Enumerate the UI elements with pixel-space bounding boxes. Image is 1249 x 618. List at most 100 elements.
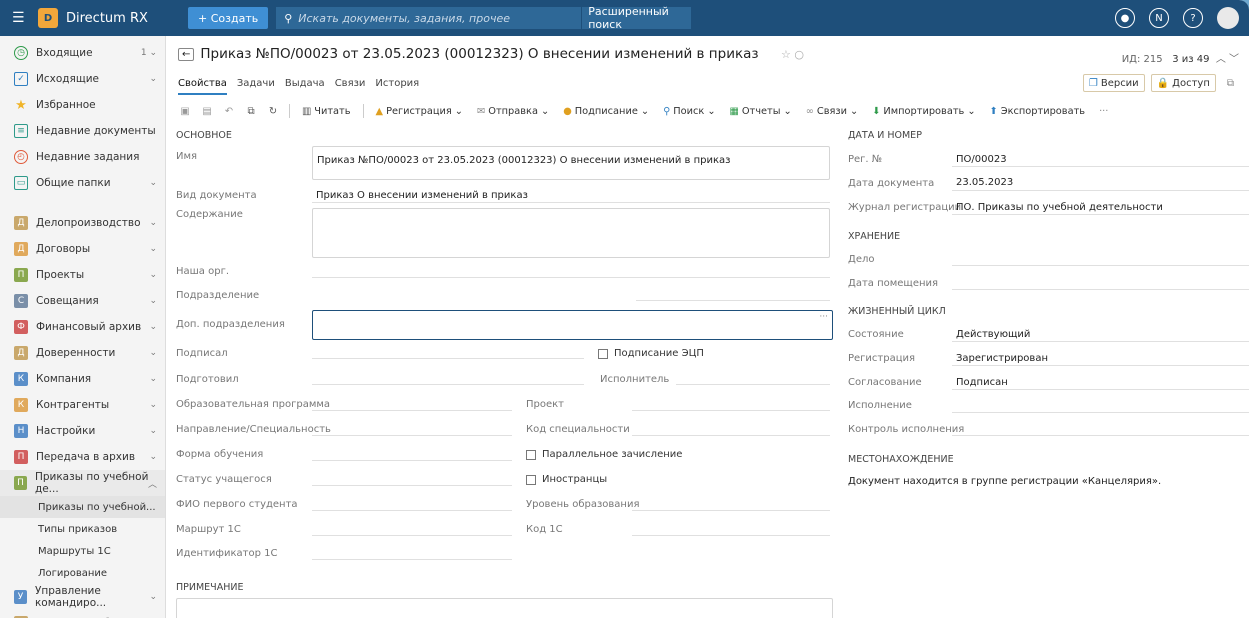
- more-icon[interactable]: ···: [819, 312, 828, 322]
- sidebar-module-modules9[interactable]: П Передача в архив ⌄: [0, 444, 165, 470]
- search-input[interactable]: ⚲ Искать документы, задания, прочее: [276, 7, 582, 29]
- execution-field[interactable]: [952, 412, 1249, 413]
- refresh-icon[interactable]: ↻: [264, 106, 282, 117]
- tab-relations[interactable]: Связи: [335, 78, 366, 95]
- journal-value[interactable]: ПО. Приказы по учебной деятельности: [956, 202, 1163, 213]
- sidebar-subitem[interactable]: Типы приказов: [0, 518, 165, 540]
- registration-state-value[interactable]: Зарегистрирован: [956, 353, 1048, 364]
- help-icon[interactable]: ?: [1183, 8, 1203, 28]
- tab-issue[interactable]: Выдача: [285, 78, 325, 95]
- sidebar-module-modules1[interactable]: Д Договоры ⌄: [0, 236, 165, 262]
- signed-field[interactable]: [312, 358, 584, 359]
- study-form-field[interactable]: [312, 460, 512, 461]
- sidebar-item-shared-folders[interactable]: ▭ Общие папки ⌄: [0, 170, 165, 196]
- foreign-checkbox[interactable]: Иностранцы: [526, 474, 607, 485]
- spec-code-field[interactable]: [632, 435, 830, 436]
- read-button[interactable]: ▥ Читать: [297, 106, 356, 117]
- note-field[interactable]: [176, 598, 833, 618]
- save-icon[interactable]: ▣: [176, 106, 194, 117]
- advanced-search-button[interactable]: Расширенный поиск: [581, 5, 692, 31]
- sidebar-module-modules_bottom0[interactable]: У Управление командиро... ⌄: [0, 584, 165, 610]
- dept-field[interactable]: [636, 300, 830, 301]
- sidebar-module-modules10[interactable]: П Приказы по учебной де... ︿: [0, 470, 165, 496]
- sidebar-module-modules4[interactable]: Ф Финансовый архив ⌄: [0, 314, 165, 340]
- send-button[interactable]: ✉ Отправка ⌄: [472, 106, 554, 117]
- extra-dept-input[interactable]: ···: [312, 310, 833, 340]
- control-field[interactable]: [952, 435, 1249, 436]
- sidebar-subitem[interactable]: Приказы по учебной...: [0, 496, 165, 518]
- eds-checkbox[interactable]: Подписание ЭЦП: [598, 348, 704, 359]
- student-status-field[interactable]: [312, 485, 512, 486]
- notifications-icon[interactable]: ●: [1115, 8, 1135, 28]
- search-placeholder: Искать документы, задания, прочее: [298, 11, 510, 25]
- doctype-value[interactable]: Приказ О внесении изменений в приказ: [316, 190, 528, 201]
- sidebar-item-favorites[interactable]: ★ Избранное: [0, 92, 165, 118]
- approval-value[interactable]: Подписан: [956, 377, 1008, 388]
- place-date-label: Дата помещения: [848, 278, 939, 289]
- paging-arrows-icon[interactable]: ︿ ﹀: [1216, 54, 1239, 65]
- sidebar-item-recent-tasks[interactable]: ◴ Недавние задания: [0, 144, 165, 170]
- sidebar-module-modules7[interactable]: К Контрагенты ⌄: [0, 392, 165, 418]
- access-button[interactable]: 🔒 Доступ: [1150, 74, 1216, 92]
- name-field[interactable]: Приказ №ПО/00023 от 23.05.2023 (00012323…: [312, 146, 830, 180]
- state-value[interactable]: Действующий: [956, 329, 1030, 340]
- search-button[interactable]: ⚲ Поиск ⌄: [658, 106, 720, 117]
- chevron-down-icon: ⌄: [149, 400, 157, 410]
- code-field[interactable]: [632, 535, 830, 536]
- case-field[interactable]: [952, 265, 1249, 266]
- org-field[interactable]: [312, 277, 830, 278]
- extra-dept-label: Доп. подразделения: [176, 319, 285, 330]
- back-arrow-icon[interactable]: ←: [178, 47, 195, 61]
- edu-level-field[interactable]: [632, 510, 830, 511]
- executor-field[interactable]: [676, 384, 830, 385]
- sidebar-module-label: Настройки: [36, 425, 96, 437]
- more-icon[interactable]: ···: [1094, 106, 1113, 117]
- registration-button[interactable]: ▲ Регистрация ⌄: [371, 106, 468, 117]
- search-icon: ⚲: [284, 11, 293, 25]
- sidebar-item-inbox[interactable]: ◷ Входящие 1 ⌄: [0, 40, 165, 66]
- program-field[interactable]: [312, 410, 512, 411]
- import-button[interactable]: ⬇ Импортировать ⌄: [867, 106, 980, 117]
- sidebar-module-modules5[interactable]: Д Доверенности ⌄: [0, 340, 165, 366]
- sidebar-module-modules6[interactable]: К Компания ⌄: [0, 366, 165, 392]
- first-student-field[interactable]: [312, 510, 512, 511]
- sidebar-subitem[interactable]: Маршруты 1С: [0, 540, 165, 562]
- sidebar-module-modules2[interactable]: П Проекты ⌄: [0, 262, 165, 288]
- sidebar-item-recent-docs[interactable]: ≡ Недавние документы: [0, 118, 165, 144]
- save-close-icon[interactable]: ▤: [198, 106, 216, 117]
- parallel-checkbox[interactable]: Параллельное зачисление: [526, 449, 682, 460]
- tab-history[interactable]: История: [375, 78, 419, 95]
- reports-button[interactable]: ▦ Отчеты ⌄: [725, 106, 797, 117]
- undo-icon[interactable]: ↶: [220, 106, 238, 117]
- tab-tasks[interactable]: Задачи: [237, 78, 275, 95]
- project-field[interactable]: [632, 410, 830, 411]
- avatar[interactable]: [1217, 7, 1239, 29]
- place-date-field[interactable]: [952, 289, 1249, 290]
- tab-properties[interactable]: Свойства: [178, 78, 227, 95]
- export-button[interactable]: ⬆ Экспортировать: [985, 106, 1091, 117]
- chevron-down-icon: ⌄: [149, 452, 157, 462]
- menu-icon[interactable]: ☰: [12, 10, 28, 26]
- date-value[interactable]: 23.05.2023: [956, 177, 1013, 188]
- direction-field[interactable]: [312, 435, 512, 436]
- reg-value[interactable]: ПО/00023: [956, 154, 1007, 165]
- ident-field[interactable]: [312, 559, 512, 560]
- versions-button[interactable]: ❐ Версии: [1082, 74, 1145, 92]
- sidebar-module-modules8[interactable]: Н Настройки ⌄: [0, 418, 165, 444]
- content-field[interactable]: [312, 208, 830, 258]
- sidebar-module-modules3[interactable]: С Совещания ⌄: [0, 288, 165, 314]
- sidebar-item-outbox[interactable]: ✓ Исходящие ⌄: [0, 66, 165, 92]
- relations-button[interactable]: ∞ Связи ⌄: [801, 106, 863, 117]
- favorite-star-icon[interactable]: ☆ ○: [781, 48, 804, 61]
- sidebar-module-modules_bottom1[interactable]: ДДокументооборот⌄: [0, 610, 165, 618]
- sidebar-module-modules0[interactable]: Д Делопроизводство ⌄: [0, 210, 165, 236]
- copy-icon[interactable]: ⧉: [1222, 74, 1239, 92]
- prepared-field[interactable]: [312, 384, 584, 385]
- create-button[interactable]: + Создать: [188, 7, 269, 29]
- copy-doc-icon[interactable]: ⧉: [242, 106, 260, 117]
- sidebar-subitem[interactable]: Логирование: [0, 562, 165, 584]
- sign-button[interactable]: ● Подписание ⌄: [558, 106, 654, 117]
- news-icon[interactable]: N: [1149, 8, 1169, 28]
- registration-icon: ▲: [375, 105, 384, 117]
- route-field[interactable]: [312, 535, 512, 536]
